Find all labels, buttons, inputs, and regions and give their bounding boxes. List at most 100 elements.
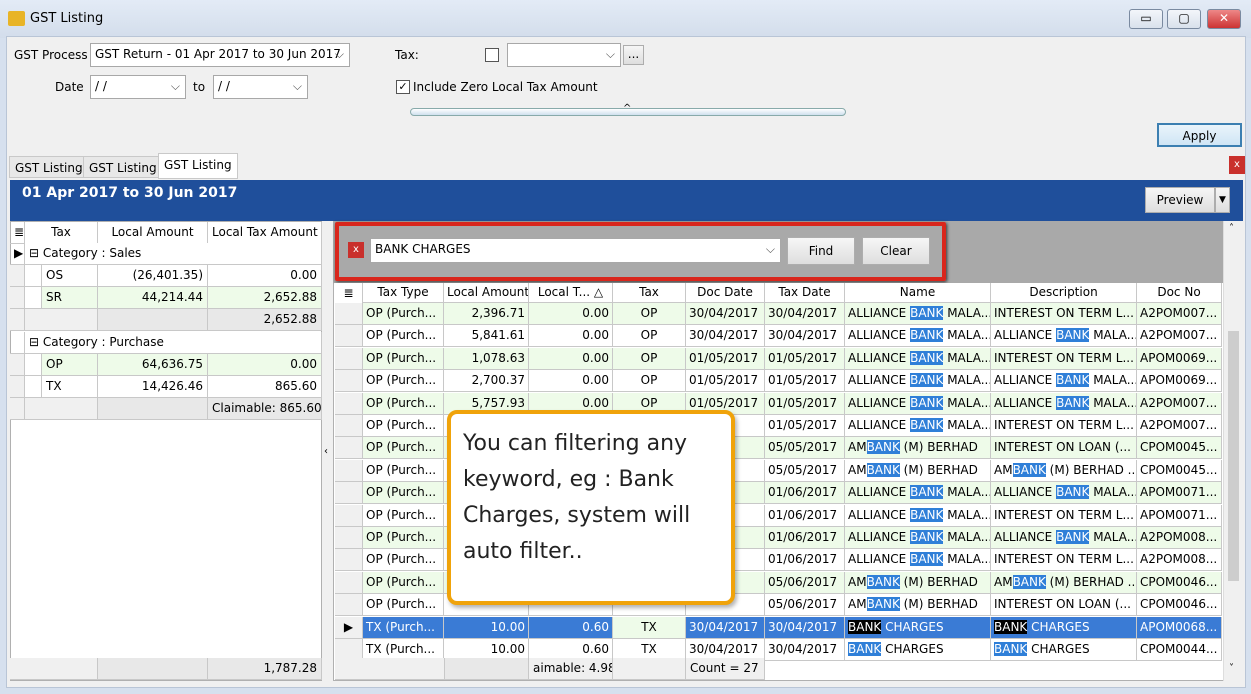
group-footer-total[interactable]: 2,652.88: [208, 309, 322, 331]
grid-cell-tax[interactable]: OP: [613, 325, 686, 348]
collapse-splitter[interactable]: ^: [410, 103, 846, 116]
grid-cell-description[interactable]: AMBANK (M) BERHAD ...: [991, 571, 1137, 594]
grid-cell-tax[interactable]: TX: [613, 616, 686, 639]
row-indicator[interactable]: [335, 415, 363, 437]
tab-gst-listing-3[interactable]: GST Listing: [158, 153, 238, 179]
summary-header-0[interactable]: Tax: [25, 222, 98, 244]
grid-cell-tax-date[interactable]: 30/04/2017: [765, 303, 845, 325]
row-indicator[interactable]: [10, 309, 25, 331]
grid-cell-description[interactable]: BANK CHARGES: [991, 616, 1137, 639]
grid-cell-description[interactable]: INTEREST ON TERM L...: [991, 303, 1137, 325]
grid-cell-tax-type[interactable]: OP (Purch...: [363, 594, 444, 617]
tax-checkbox[interactable]: [485, 48, 499, 62]
grand-footer-spacer[interactable]: [10, 658, 98, 680]
grid-cell-doc-no[interactable]: A2POM008...: [1137, 549, 1222, 572]
grid-cell-tax-type[interactable]: OP (Purch...: [363, 459, 444, 482]
grid-cell-tax-date[interactable]: 01/06/2017: [765, 482, 845, 505]
grid-header-name[interactable]: Name: [845, 283, 991, 303]
grid-cell-tax-type[interactable]: OP (Purch...: [363, 437, 444, 460]
grid-cell-tax-date[interactable]: 01/05/2017: [765, 415, 845, 437]
summary-header-2[interactable]: Local Tax Amount: [208, 222, 322, 244]
footer-spacer[interactable]: [25, 309, 98, 331]
grid-cell-description[interactable]: INTEREST ON LOAN (...: [991, 437, 1137, 460]
summary-cell-amount[interactable]: 64,636.75: [98, 354, 208, 376]
row-indicator[interactable]: [335, 303, 363, 325]
indent[interactable]: [25, 265, 42, 287]
summary-cell-tax[interactable]: OP: [42, 354, 98, 376]
footer-empty[interactable]: [98, 309, 208, 331]
grid-cell-tax-type[interactable]: OP (Purch...: [363, 392, 444, 415]
grid-cell-doc-no[interactable]: CPOM0044...: [1137, 639, 1222, 661]
grid-cell-tax-type[interactable]: OP (Purch...: [363, 415, 444, 437]
tax-select[interactable]: ⌵: [507, 43, 621, 67]
grid-cell-tax-date[interactable]: 05/05/2017: [765, 437, 845, 460]
indent[interactable]: [25, 287, 42, 309]
grid-cell-doc-date[interactable]: 30/04/2017: [686, 303, 765, 325]
footer-empty[interactable]: [98, 398, 208, 420]
grid-cell-tax-date[interactable]: 05/06/2017: [765, 571, 845, 594]
close-find-button[interactable]: x: [348, 242, 364, 258]
row-indicator[interactable]: [10, 398, 25, 420]
row-indicator[interactable]: [335, 594, 363, 617]
grid-cell-local-amount[interactable]: 5,841.61: [444, 325, 529, 348]
summary-cell-amount[interactable]: 44,214.44: [98, 287, 208, 309]
maximize-button[interactable]: ▢: [1167, 9, 1201, 29]
grid-cell-tax-date[interactable]: 01/06/2017: [765, 549, 845, 572]
date-to-input[interactable]: / / ⌵: [213, 75, 308, 99]
grid-cell-local-amount[interactable]: 2,396.71: [444, 303, 529, 325]
grid-cell-name[interactable]: ALLIANCE BANK MALA...: [845, 347, 991, 370]
grid-cell-description[interactable]: ALLIANCE BANK MALA...: [991, 392, 1137, 415]
group-row[interactable]: ⊟ Category : Sales: [25, 243, 322, 265]
grid-cell-name[interactable]: ALLIANCE BANK MALA...: [845, 392, 991, 415]
include-zero-checkbox[interactable]: ✓: [396, 80, 410, 94]
grid-cell-doc-no[interactable]: A2POM007...: [1137, 325, 1222, 348]
grid-cell-name[interactable]: BANK CHARGES: [845, 639, 991, 661]
grid-cell-name[interactable]: ALLIANCE BANK MALA...: [845, 504, 991, 527]
grid-cell-doc-no[interactable]: APOM0069...: [1137, 347, 1222, 370]
grid-cell-description[interactable]: ALLIANCE BANK MALA...: [991, 527, 1137, 549]
row-indicator[interactable]: [335, 571, 363, 594]
grid-cell-doc-no[interactable]: APOM0068...: [1137, 616, 1222, 639]
footer-empty[interactable]: [445, 658, 529, 680]
grid-cell-doc-no[interactable]: CPOM0045...: [1137, 459, 1222, 482]
row-indicator[interactable]: ▶: [335, 616, 363, 639]
grid-cell-tax-type[interactable]: OP (Purch...: [363, 549, 444, 572]
summary-cell-amount[interactable]: 14,426.46: [98, 376, 208, 398]
grid-cell-name[interactable]: ALLIANCE BANK MALA...: [845, 325, 991, 348]
close-tab-button[interactable]: x: [1229, 156, 1245, 174]
grid-cell-tax-type[interactable]: TX (Purch...: [363, 616, 444, 639]
group-row[interactable]: ⊟ Category : Purchase: [25, 332, 322, 354]
grid-cell-local-t-[interactable]: 0.00: [529, 347, 613, 370]
summary-cell-tax-amount[interactable]: 0.00: [208, 354, 322, 376]
grid-cell-local-amount[interactable]: 2,700.37: [444, 370, 529, 393]
column-chooser-icon[interactable]: ≣: [10, 222, 25, 244]
row-indicator[interactable]: [335, 437, 363, 460]
footer-spacer[interactable]: [335, 658, 445, 680]
grid-cell-name[interactable]: AMBANK (M) BERHAD: [845, 459, 991, 482]
grid-cell-doc-date[interactable]: 01/05/2017: [686, 370, 765, 393]
row-indicator[interactable]: [335, 325, 363, 348]
grid-cell-description[interactable]: INTEREST ON TERM L...: [991, 549, 1137, 572]
grid-cell-tax-type[interactable]: OP (Purch...: [363, 482, 444, 505]
grid-cell-name[interactable]: ALLIANCE BANK MALA...: [845, 549, 991, 572]
grid-cell-doc-no[interactable]: APOM0069...: [1137, 370, 1222, 393]
row-indicator[interactable]: [10, 376, 25, 398]
grid-cell-tax-date[interactable]: 05/06/2017: [765, 594, 845, 617]
date-from-input[interactable]: / / ⌵: [90, 75, 186, 99]
grid-cell-tax-type[interactable]: OP (Purch...: [363, 571, 444, 594]
grid-cell-tax-type[interactable]: OP (Purch...: [363, 303, 444, 325]
summary-cell-tax[interactable]: TX: [42, 376, 98, 398]
summary-cell-tax-amount[interactable]: 865.60: [208, 376, 322, 398]
find-button[interactable]: Find: [787, 237, 855, 265]
row-indicator[interactable]: ▶: [10, 243, 25, 265]
grid-cell-local-amount[interactable]: 10.00: [444, 616, 529, 639]
grid-cell-tax-type[interactable]: OP (Purch...: [363, 347, 444, 370]
summary-header-1[interactable]: Local Amount: [98, 222, 208, 244]
grid-cell-doc-no[interactable]: CPOM0045...: [1137, 437, 1222, 460]
grid-cell-local-t-[interactable]: 0.60: [529, 616, 613, 639]
summary-cell-tax-amount[interactable]: 2,652.88: [208, 287, 322, 309]
row-indicator[interactable]: [335, 549, 363, 572]
grid-cell-tax-date[interactable]: 01/05/2017: [765, 392, 845, 415]
clear-button[interactable]: Clear: [862, 237, 930, 265]
row-indicator[interactable]: [10, 265, 25, 287]
